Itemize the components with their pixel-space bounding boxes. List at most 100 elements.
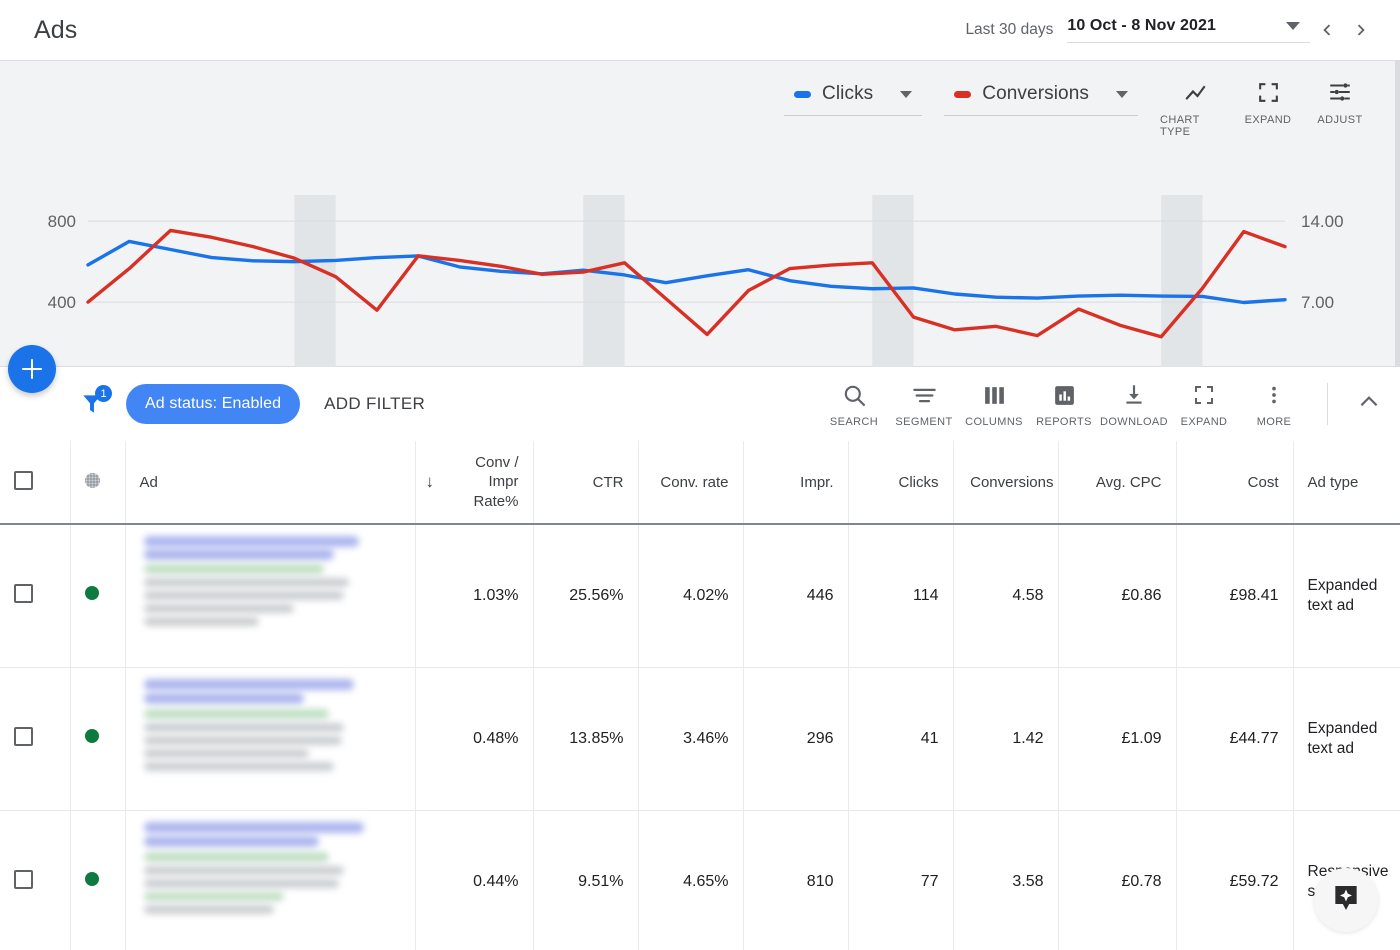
column-header-avg-cpc[interactable]: Avg. CPC — [1058, 441, 1176, 524]
redacted-text-line — [144, 762, 334, 771]
table-expand-label: EXPAND — [1181, 416, 1228, 428]
redacted-ad-preview — [144, 679, 394, 799]
chart-scrollbar[interactable] — [1395, 61, 1400, 367]
filter-icon-with-count[interactable]: 1 — [72, 384, 112, 424]
y-axis-tick-label: 400 — [48, 293, 76, 312]
cell-ctr: 13.85% — [533, 667, 638, 810]
reports-button[interactable]: REPORTS — [1029, 380, 1099, 428]
select-all-checkbox[interactable] — [14, 471, 33, 490]
download-label: DOWNLOAD — [1100, 416, 1168, 428]
cell-cost: £44.77 — [1176, 667, 1293, 810]
column-header-conv-rate[interactable]: Conv. rate — [638, 441, 743, 524]
segment-button[interactable]: SEGMENT — [889, 380, 959, 428]
ad-creative-cell[interactable] — [125, 810, 415, 950]
date-preset-label: Last 30 days — [965, 21, 1053, 39]
ad-creative-cell[interactable] — [125, 667, 415, 810]
search-icon — [841, 380, 868, 410]
column-header-conv-impr-rate[interactable]: ↓ Conv /ImprRate% — [415, 441, 533, 524]
row-checkbox[interactable] — [14, 727, 33, 746]
cell-clicks: 114 — [848, 524, 953, 667]
row-status-cell — [70, 667, 125, 810]
table-row[interactable]: 0.44%9.51%4.65%810773.58£0.78£59.72Respo… — [0, 810, 1400, 950]
table-row[interactable]: 0.48%13.85%3.46%296411.42£1.09£44.77Expa… — [0, 667, 1400, 810]
cell-impr: 810 — [743, 810, 848, 950]
redacted-text-line — [144, 892, 284, 901]
segment-icon — [911, 380, 938, 410]
table-header: Ad ↓ Conv /ImprRate% CTR Conv. rate Impr… — [0, 441, 1400, 524]
reports-icon — [1052, 380, 1077, 410]
series-line-conversions — [88, 230, 1285, 336]
column-header-impr[interactable]: Impr. — [743, 441, 848, 524]
table-body: 1.03%25.56%4.02%4461144.58£0.86£98.41Exp… — [0, 524, 1400, 950]
column-header-ctr[interactable]: CTR — [533, 441, 638, 524]
table-row[interactable]: 1.03%25.56%4.02%4461144.58£0.86£98.41Exp… — [0, 524, 1400, 667]
redacted-text-line — [144, 723, 344, 732]
reports-label: REPORTS — [1036, 416, 1092, 428]
table-toolbar: 1 Ad status: Enabled ADD FILTER SEARCH — [0, 367, 1400, 441]
ad-creative-cell[interactable] — [125, 524, 415, 667]
redacted-text-line — [144, 549, 334, 560]
download-button[interactable]: DOWNLOAD — [1099, 380, 1169, 428]
date-selector: Last 30 days 10 Oct - 8 Nov 2021 — [965, 10, 1378, 50]
toolbar-actions: SEARCH SEGMENT COLUMNS — [819, 380, 1392, 428]
cell-conversions: 3.58 — [953, 810, 1058, 950]
cell-impr: 446 — [743, 524, 848, 667]
select-all-header[interactable] — [0, 441, 70, 524]
redacted-text-line — [144, 564, 324, 574]
date-range-picker[interactable]: 10 Oct - 8 Nov 2021 — [1067, 17, 1310, 43]
ads-table: Ad ↓ Conv /ImprRate% CTR Conv. rate Impr… — [0, 441, 1400, 950]
ads-table-container[interactable]: Ad ↓ Conv /ImprRate% CTR Conv. rate Impr… — [0, 441, 1400, 950]
row-checkbox[interactable] — [14, 870, 33, 889]
add-filter-button[interactable]: ADD FILTER — [324, 394, 425, 414]
column-header-ad-type[interactable]: Ad type — [1293, 441, 1400, 524]
row-select-cell[interactable] — [0, 667, 70, 810]
row-select-cell[interactable] — [0, 524, 70, 667]
segment-label: SEGMENT — [895, 416, 952, 428]
row-status-cell — [70, 810, 125, 950]
cell-ad-type: Expanded text ad — [1293, 524, 1400, 667]
column-header-cost[interactable]: Cost — [1176, 441, 1293, 524]
cell-clicks: 41 — [848, 667, 953, 810]
y2-axis-tick-label: 7.00 — [1301, 293, 1334, 312]
cell-conv-rate: 4.65% — [638, 810, 743, 950]
performance-chart-panel: Clicks Conversions CHART TYPE — [0, 61, 1400, 367]
expand-icon — [1192, 380, 1216, 410]
redacted-text-line — [144, 679, 354, 690]
redacted-ad-preview — [144, 536, 394, 656]
status-header — [70, 441, 125, 524]
chevron-down-icon[interactable] — [1286, 22, 1300, 30]
row-checkbox[interactable] — [14, 584, 33, 603]
sparkle-badge-icon — [1330, 882, 1362, 919]
page-title: Ads — [34, 16, 77, 45]
redacted-text-line — [144, 822, 364, 833]
cell-conv-impr-rate: 0.44% — [415, 810, 533, 950]
columns-button[interactable]: COLUMNS — [959, 380, 1029, 428]
cell-conversions: 1.42 — [953, 667, 1058, 810]
toolbar-divider — [1327, 383, 1328, 425]
collapse-chart-button[interactable] — [1346, 389, 1392, 420]
redacted-text-line — [144, 836, 319, 847]
conv-impr-rate-label: Conv /ImprRate% — [430, 453, 519, 511]
search-button[interactable]: SEARCH — [819, 380, 889, 428]
cell-conv-impr-rate: 1.03% — [415, 524, 533, 667]
more-options-button[interactable]: MORE — [1239, 380, 1309, 428]
cell-avg-cpc: £1.09 — [1058, 667, 1176, 810]
row-select-cell[interactable] — [0, 810, 70, 950]
column-header-clicks[interactable]: Clicks — [848, 441, 953, 524]
previous-period-button[interactable] — [1310, 10, 1344, 50]
redacted-text-line — [144, 852, 329, 862]
table-expand-button[interactable]: EXPAND — [1169, 380, 1239, 428]
cell-avg-cpc: £0.86 — [1058, 524, 1176, 667]
cell-impr: 296 — [743, 667, 848, 810]
redacted-text-line — [144, 693, 304, 704]
redacted-text-line — [144, 604, 294, 613]
add-ad-button[interactable] — [8, 345, 56, 393]
cell-conv-impr-rate: 0.48% — [415, 667, 533, 810]
column-header-ad[interactable]: Ad — [125, 441, 415, 524]
column-header-conversions[interactable]: Conversions — [953, 441, 1058, 524]
redacted-ad-preview — [144, 822, 394, 942]
next-period-button[interactable] — [1344, 10, 1378, 50]
assistant-button[interactable] — [1314, 868, 1378, 932]
redacted-text-line — [144, 709, 329, 719]
active-filter-chip[interactable]: Ad status: Enabled — [126, 384, 300, 424]
